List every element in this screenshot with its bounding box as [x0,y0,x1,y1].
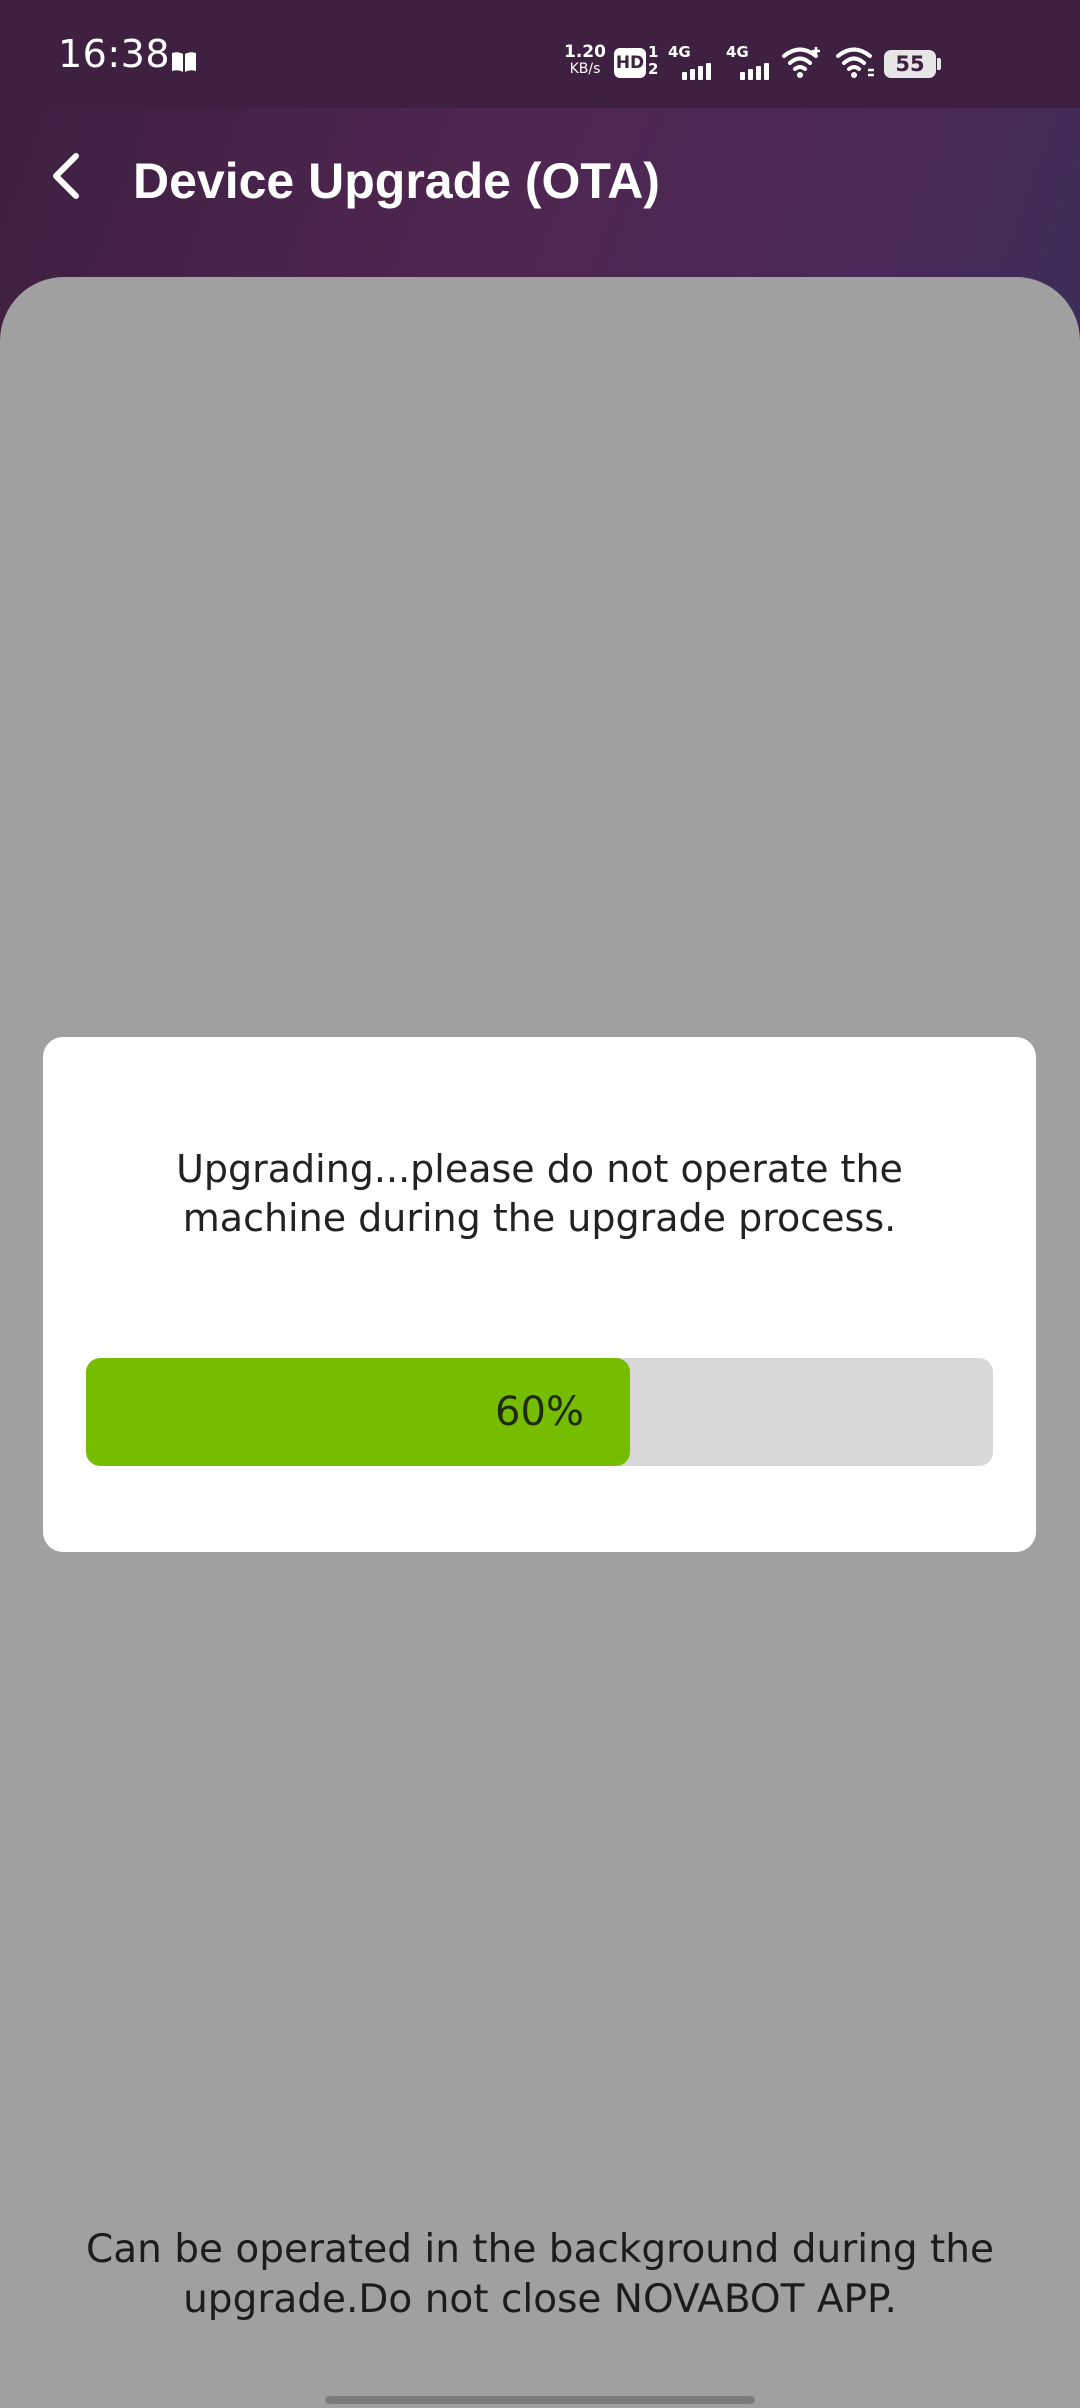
page-title: Device Upgrade (OTA) [133,153,660,209]
cellular-signal-2-icon: 4G [726,44,774,82]
upgrade-message-line-1: Upgrading...please do not operate the [176,1147,903,1191]
background-note-line-1: Can be operated in the background during… [85,2227,994,2272]
chevron-left-icon [53,153,79,199]
cellular-signal-1-icon: 4G [668,44,716,82]
hd-sim-indicator: 1 2 [648,44,658,78]
wifi-icon [782,47,820,78]
upgrade-message-line-2: machine during the upgrade process. [182,1196,897,1240]
book-icon [172,52,196,72]
signal-bars-icon [740,63,769,80]
upgrade-message: Upgrading...please do not operate the ma… [43,1145,1036,1243]
upgrade-progress-bar: 60% [86,1358,993,1466]
hd-voice-icon: HD [614,48,646,78]
network-speed: 1.20 KB/s [562,44,608,78]
back-button[interactable] [30,140,100,210]
status-bar: 16:38 1.20 KB/s HD 1 2 4G 4G 55 [0,0,1080,108]
signal-bars-icon [682,63,711,80]
battery-icon: 55 [884,50,936,78]
hd-sim-top: 1 [648,43,659,61]
upgrade-dialog: Upgrading...please do not operate the ma… [43,1037,1036,1552]
upgrade-progress-label: 60% [495,1389,584,1435]
signal-2-label: 4G [726,43,749,61]
network-speed-unit: KB/s [569,61,601,77]
hd-sim-bottom: 2 [648,60,659,78]
background-note-line-2: upgrade.Do not close NOVABOT APP. [183,2277,897,2322]
status-time: 16:38 [58,32,171,76]
battery-tip [937,58,941,70]
home-indicator[interactable] [325,2396,755,2404]
network-speed-value: 1.20 [564,42,606,62]
wifi-icon [836,47,874,78]
background-operation-note: Can be operated in the background during… [0,2225,1080,2325]
signal-1-label: 4G [668,43,691,61]
